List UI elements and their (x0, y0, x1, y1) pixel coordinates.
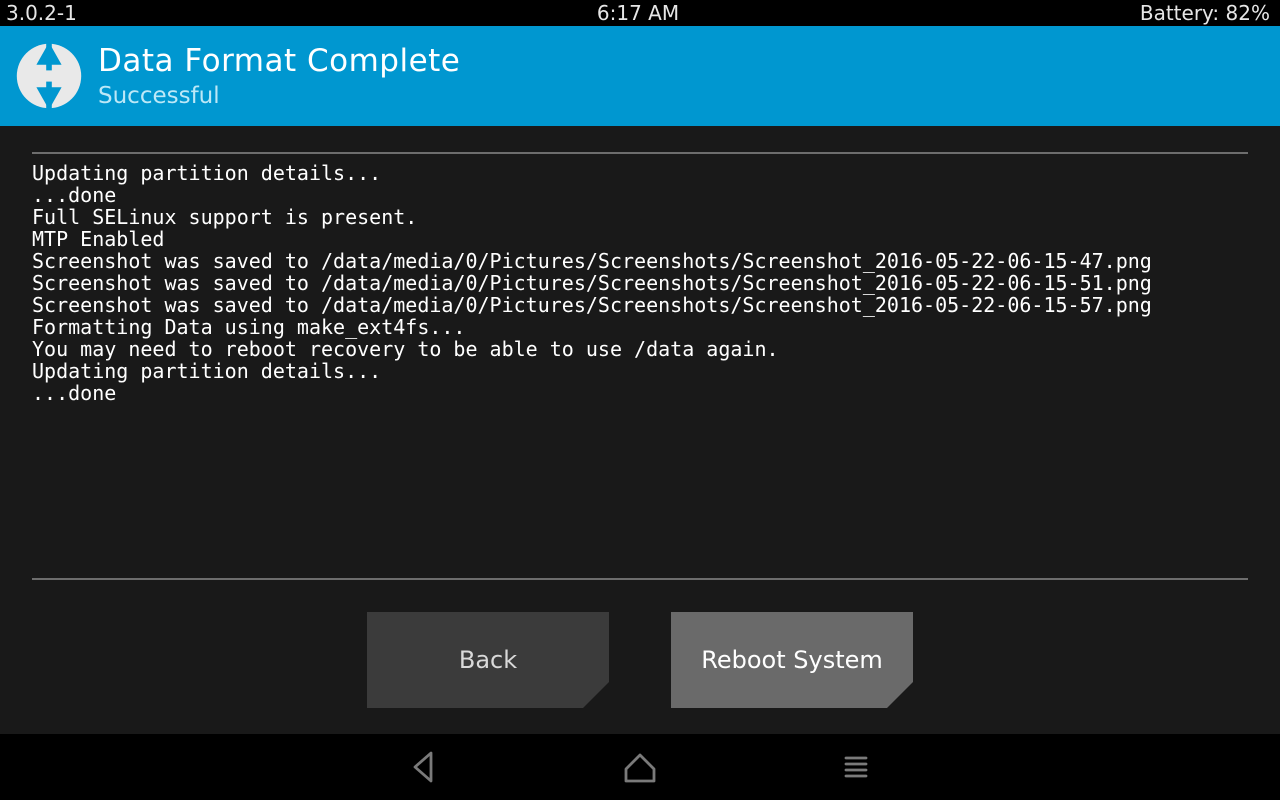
twrp-version: 3.0.2-1 (6, 1, 427, 25)
reboot-system-button[interactable]: Reboot System (671, 612, 913, 708)
battery-level: Battery: 82% (849, 1, 1270, 25)
action-buttons: Back Reboot System (32, 612, 1248, 708)
nav-home-icon[interactable] (620, 747, 660, 787)
nav-back-icon[interactable] (404, 747, 444, 787)
twrp-logo-icon (14, 41, 84, 111)
back-button[interactable]: Back (367, 612, 609, 708)
page-title: Data Format Complete (98, 43, 460, 79)
status-bar: 3.0.2-1 6:17 AM Battery: 82% (0, 0, 1280, 26)
page-header: Data Format Complete Successful (0, 26, 1280, 126)
divider-bottom (32, 578, 1248, 580)
console-log[interactable]: Updating partition details... ...done Fu… (32, 162, 1248, 578)
nav-bar (0, 734, 1280, 800)
page-subtitle: Successful (98, 83, 460, 109)
divider-top (32, 152, 1248, 154)
clock: 6:17 AM (427, 1, 848, 25)
nav-menu-icon[interactable] (836, 747, 876, 787)
content-area: Updating partition details... ...done Fu… (0, 126, 1280, 734)
